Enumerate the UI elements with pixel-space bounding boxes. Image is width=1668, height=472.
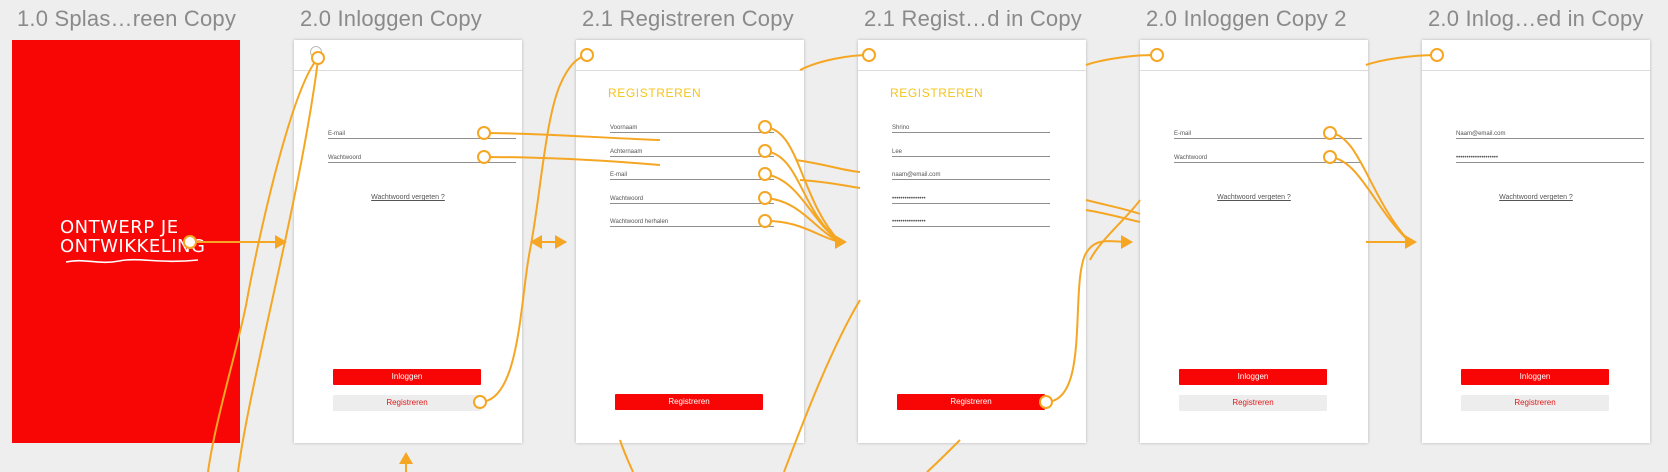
password-field[interactable]: ••••••••••••••••••••: [1456, 150, 1644, 163]
artboard-inloggen-2[interactable]: E-mail Wachtwoord Wachtwoord vergeten ? …: [1140, 40, 1368, 443]
register-button[interactable]: Registreren: [1461, 395, 1609, 411]
register-button[interactable]: Registreren: [1179, 395, 1327, 411]
top-bar: [576, 40, 804, 71]
email-field[interactable]: E-mail: [1174, 126, 1362, 139]
repeat-password-field[interactable]: Wachtwoord herhalen: [610, 214, 774, 227]
forgot-password-link[interactable]: Wachtwoord vergeten ?: [294, 194, 522, 201]
password-field[interactable]: Wachtwoord: [610, 191, 774, 204]
register-button[interactable]: Registreren: [897, 394, 1045, 410]
top-bar: [858, 40, 1086, 71]
connector-line: [799, 179, 861, 189]
artboard-title-registreren: 2.1 Registreren Copy: [582, 6, 794, 31]
logo-line-2: ONTWIKKELING: [60, 236, 206, 257]
connector-line: [1089, 199, 1141, 261]
register-button[interactable]: Registreren: [333, 395, 481, 411]
email-field[interactable]: Naam@email.com: [1456, 126, 1644, 139]
prototype-connectors: [183, 48, 1444, 472]
artboard-title-registreren-filled: 2.1 Regist…d in Copy: [864, 6, 1082, 31]
connector-line: [1085, 199, 1141, 215]
artboard-inloggen-filled[interactable]: Naam@email.com •••••••••••••••••••• Wach…: [1422, 40, 1650, 443]
login-button[interactable]: Inloggen: [1179, 369, 1327, 385]
arrow-head-icon: [835, 235, 847, 249]
top-bar: [1422, 40, 1650, 71]
email-field[interactable]: naam@email.com: [892, 167, 1050, 180]
first-name-field[interactable]: Shrino: [892, 120, 1050, 133]
artboard-title-splash: 1.0 Splas…reen Copy: [17, 6, 237, 31]
section-heading: REGISTREREN: [608, 86, 702, 100]
connector-line: [1085, 209, 1141, 223]
back-icon[interactable]: [310, 46, 322, 58]
arrow-head-icon: [555, 235, 567, 249]
artboard-title-inloggen-filled: 2.0 Inlog…ed in Copy: [1428, 6, 1644, 31]
login-button[interactable]: Inloggen: [333, 369, 481, 385]
password-field[interactable]: ••••••••••••••••: [892, 191, 1050, 204]
top-bar: [1140, 40, 1368, 71]
artboard-title-inloggen: 2.0 Inloggen Copy: [300, 6, 482, 31]
register-button[interactable]: Registreren: [615, 394, 763, 410]
password-field[interactable]: Wachtwoord: [1174, 150, 1362, 163]
logo: ONTWERP JE ONTWIKKELING: [60, 217, 206, 257]
artboard-title-inloggen-2: 2.0 Inloggen Copy 2: [1146, 6, 1347, 31]
artboard-registreren-filled[interactable]: REGISTREREN Shrino Lee naam@email.com ••…: [858, 40, 1086, 443]
section-heading: REGISTREREN: [890, 86, 984, 100]
connector-line: [926, 439, 961, 472]
email-field[interactable]: E-mail: [610, 167, 774, 180]
last-name-field[interactable]: Lee: [892, 144, 1050, 157]
arrow-head-icon: [1405, 235, 1417, 249]
password-field[interactable]: Wachtwoord: [328, 150, 516, 163]
last-name-field[interactable]: Achternaam: [610, 144, 774, 157]
artboard-inloggen[interactable]: E-mail Wachtwoord Wachtwoord vergeten ? …: [294, 40, 522, 443]
first-name-field[interactable]: Voornaam: [610, 120, 774, 133]
forgot-password-link[interactable]: Wachtwoord vergeten ?: [1140, 194, 1368, 201]
artboard-splash[interactable]: ONTWERP JE ONTWIKKELING: [12, 40, 240, 443]
connector-line: [795, 159, 861, 173]
arrow-head-icon: [275, 235, 287, 249]
email-field[interactable]: E-mail: [328, 126, 516, 139]
arrow-head-icon: [399, 452, 413, 464]
logo-line-1: ONTWERP JE: [60, 217, 179, 238]
logo-underline-icon: [65, 258, 199, 264]
repeat-password-field[interactable]: ••••••••••••••••: [892, 214, 1050, 227]
arrow-head-icon: [1121, 235, 1133, 249]
connector-line: [619, 439, 634, 472]
top-bar: [294, 40, 522, 71]
arrow-head-icon: [530, 235, 542, 249]
forgot-password-link[interactable]: Wachtwoord vergeten ?: [1422, 194, 1650, 201]
login-button[interactable]: Inloggen: [1461, 369, 1609, 385]
artboard-registreren[interactable]: REGISTREREN Voornaam Achternaam E-mail W…: [576, 40, 804, 443]
